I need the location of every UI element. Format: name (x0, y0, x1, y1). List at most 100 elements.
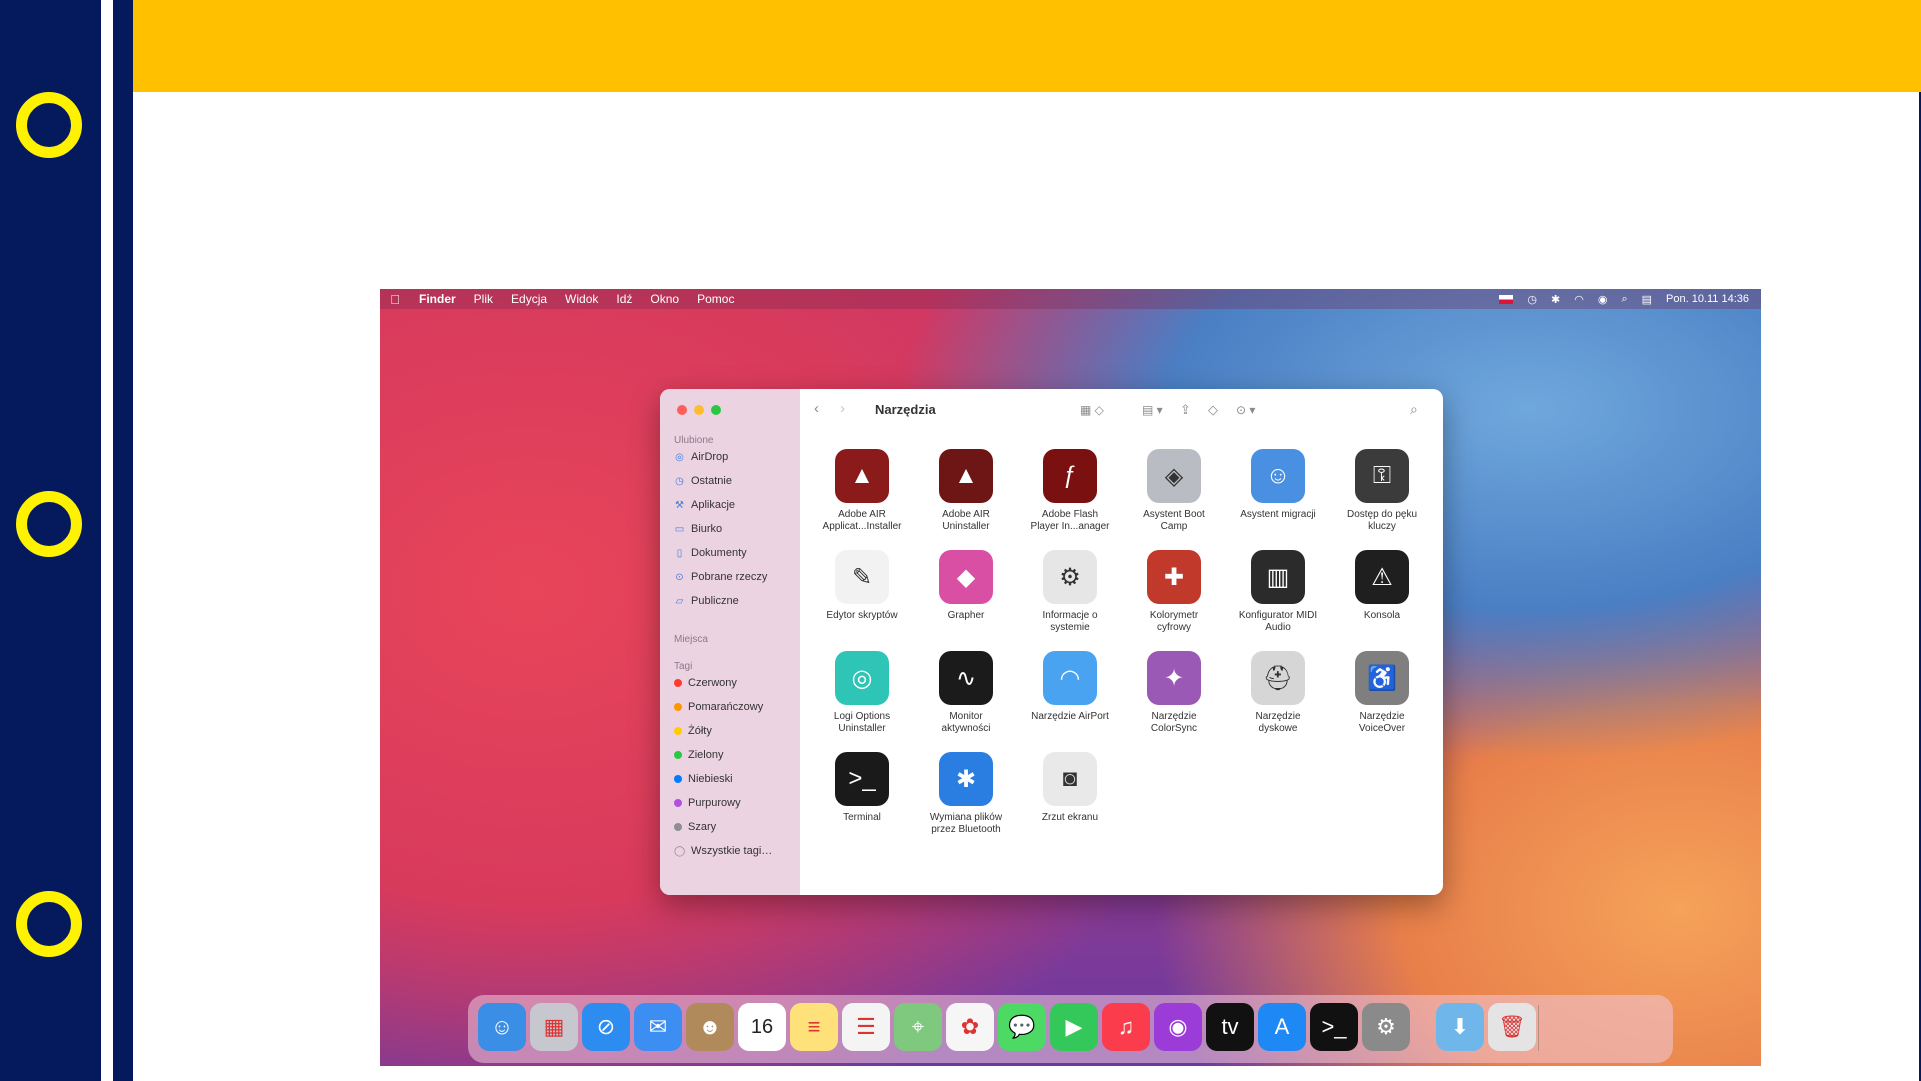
more-actions-icon[interactable]: ⊙ ▾ (1236, 403, 1255, 417)
search-icon[interactable]: ⌕ (1410, 401, 1418, 418)
close-button[interactable] (677, 405, 687, 415)
sidebar-all-tags[interactable]: ◯ Wszystkie tagi… (674, 843, 772, 859)
sidebar-item-downloads[interactable]: ⊙ Pobrane rzeczy (674, 569, 767, 585)
tag-icon[interactable]: ◇ (1208, 402, 1218, 418)
terminal-icon: >_ (835, 752, 889, 806)
app-item[interactable]: ✦ Narzędzie ColorSync (1122, 651, 1226, 735)
left-navy-stripe (113, 0, 133, 1081)
time-machine-icon[interactable]: ◷ (1527, 293, 1537, 306)
contacts-icon[interactable]: ☻ (686, 1003, 734, 1051)
yellow-title-bar (133, 0, 1921, 92)
launchpad-icon[interactable]: ▦ (530, 1003, 578, 1051)
airport-icon: ◠ (1043, 651, 1097, 705)
menu-window[interactable]: Okno (641, 292, 688, 306)
app-item[interactable]: ♿ Narzędzie VoiceOver (1330, 651, 1434, 735)
trash-icon[interactable]: 🗑 (1488, 1003, 1536, 1051)
app-item[interactable]: ◙ Zrzut ekranu (1018, 752, 1122, 824)
app-item[interactable]: ◠ Narzędzie AirPort (1018, 651, 1122, 723)
maps-icon[interactable]: ⌖ (894, 1003, 942, 1051)
app-label: Kolorymetr cyfrowy (1122, 610, 1226, 634)
system-info-icon: ⚙ (1043, 550, 1097, 604)
app-item[interactable]: ⚿ Dostęp do pęku kluczy (1330, 449, 1434, 533)
app-label: Asystent migracji (1226, 509, 1330, 521)
menu-view[interactable]: Widok (556, 292, 607, 306)
zoom-button[interactable] (711, 405, 721, 415)
app-item[interactable]: ▲ Adobe AIR Applicat...Installer (810, 449, 914, 533)
app-item[interactable]: ◆ Grapher (914, 550, 1018, 622)
app-item[interactable]: ◈ Asystent Boot Camp (1122, 449, 1226, 533)
user-icon[interactable]: ◉ (1598, 293, 1608, 306)
tag-label: Żółty (688, 725, 712, 737)
menu-finder[interactable]: Finder (410, 292, 465, 306)
folder-icon: ▱ (675, 595, 684, 607)
app-item[interactable]: ▥ Konfigurator MIDI Audio (1226, 550, 1330, 634)
downloads-folder-icon[interactable]: ⬇ (1436, 1003, 1484, 1051)
music-icon[interactable]: ♫ (1102, 1003, 1150, 1051)
app-item[interactable]: ✎ Edytor skryptów (810, 550, 914, 622)
control-center-icon[interactable]: ▤ (1642, 293, 1652, 306)
app-item[interactable]: ☺ Asystent migracji (1226, 449, 1330, 521)
tag-dot (674, 679, 682, 687)
terminal-dock-icon[interactable]: >_ (1310, 1003, 1358, 1051)
sidebar-item-desktop[interactable]: ▭ Biurko (674, 521, 722, 537)
sidebar-tag-orange[interactable]: Pomarańczowy (674, 699, 763, 715)
sidebar-tag-green[interactable]: Zielony (674, 747, 723, 763)
app-label-line1: Zrzut ekranu (1041, 812, 1099, 823)
finder-icon[interactable]: ☺ (478, 1003, 526, 1051)
places-heading: Miejsca (674, 634, 708, 645)
sidebar-tag-red[interactable]: Czerwony (674, 675, 737, 691)
sidebar-tag-gray[interactable]: Szary (674, 819, 716, 835)
group-icon[interactable]: ▤ ▾ (1142, 403, 1163, 417)
safari-icon[interactable]: ⊘ (582, 1003, 630, 1051)
share-icon[interactable]: ⇪ (1180, 402, 1191, 418)
tag-label: Pomarańczowy (688, 701, 764, 713)
facetime-icon[interactable]: ▶ (1050, 1003, 1098, 1051)
status-area: ◷ ✱ ◠ ◉ ⌕ ▤ Pon. 10.11 14:36 (1499, 289, 1749, 309)
spotlight-icon[interactable]: ⌕ (1621, 293, 1627, 306)
apple-icon[interactable]:  (380, 292, 410, 307)
forward-chevron-icon[interactable]: › (840, 400, 845, 417)
app-item[interactable]: ⚠ Konsola (1330, 550, 1434, 622)
app-label: Wymiana plików przez Bluetooth (914, 812, 1018, 836)
menu-edit[interactable]: Edycja (502, 292, 556, 306)
system-preferences-icon[interactable]: ⚙ (1362, 1003, 1410, 1051)
app-item[interactable]: ∿ Monitor aktywności (914, 651, 1018, 735)
tag-dot (674, 727, 682, 735)
calendar-icon[interactable]: 16 (738, 1003, 786, 1051)
mail-icon[interactable]: ✉ (634, 1003, 682, 1051)
input-language-flag-icon[interactable] (1499, 294, 1514, 304)
app-item[interactable]: ▲ Adobe AIR Uninstaller (914, 449, 1018, 533)
sidebar-item-applications[interactable]: ⚒ Aplikacje (674, 497, 735, 513)
menu-help[interactable]: Pomoc (688, 292, 743, 306)
sidebar-item-documents[interactable]: ▯ Dokumenty (674, 545, 747, 561)
app-item[interactable]: ✚ Kolorymetr cyfrowy (1122, 550, 1226, 634)
app-item[interactable]: ⚙ Informacje o systemie (1018, 550, 1122, 634)
sidebar-item-airdrop[interactable]: ◎ AirDrop (674, 449, 728, 465)
sidebar-item-recents[interactable]: ◷ Ostatnie (674, 473, 732, 489)
tag-dot (674, 703, 682, 711)
menu-clock[interactable]: Pon. 10.11 14:36 (1666, 293, 1749, 305)
bluetooth-status-icon[interactable]: ✱ (1551, 293, 1560, 306)
app-item[interactable]: >_ Terminal (810, 752, 914, 824)
sidebar-tag-purple[interactable]: Purpurowy (674, 795, 741, 811)
sidebar-tag-yellow[interactable]: Żółty (674, 723, 712, 739)
notes-icon[interactable]: ≡ (790, 1003, 838, 1051)
app-store-icon[interactable]: A (1258, 1003, 1306, 1051)
wifi-icon[interactable]: ◠ (1574, 293, 1584, 306)
minimize-button[interactable] (694, 405, 704, 415)
app-item[interactable]: ✱ Wymiana plików przez Bluetooth (914, 752, 1018, 836)
reminders-icon[interactable]: ☰ (842, 1003, 890, 1051)
menu-go[interactable]: Idź (607, 292, 641, 306)
back-chevron-icon[interactable]: ‹ (814, 400, 819, 417)
tv-icon[interactable]: tv (1206, 1003, 1254, 1051)
messages-icon[interactable]: 💬 (998, 1003, 1046, 1051)
sidebar-item-public[interactable]: ▱ Publiczne (674, 593, 739, 609)
app-item[interactable]: ⛑ Narzędzie dyskowe (1226, 651, 1330, 735)
photos-icon[interactable]: ✿ (946, 1003, 994, 1051)
sidebar-tag-blue[interactable]: Niebieski (674, 771, 733, 787)
app-item[interactable]: ƒ Adobe Flash Player In...anager (1018, 449, 1122, 533)
app-item[interactable]: ◎ Logi Options Uninstaller (810, 651, 914, 735)
view-icon-grid-icon[interactable]: ▦ ◇ (1080, 403, 1104, 417)
menu-file[interactable]: Plik (465, 292, 502, 306)
podcasts-icon[interactable]: ◉ (1154, 1003, 1202, 1051)
